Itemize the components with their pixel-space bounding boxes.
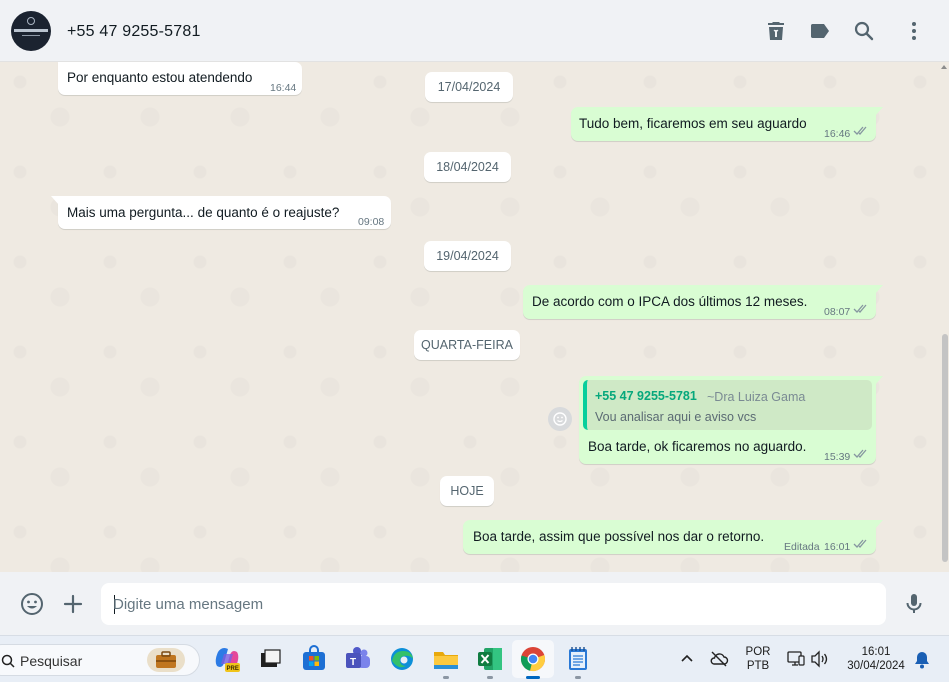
clock-time: 16:01	[861, 646, 891, 658]
task-view-icon[interactable]	[255, 644, 285, 674]
svg-text:T: T	[350, 657, 356, 668]
date-divider: QUARTA-FEIRA	[414, 330, 520, 360]
keyboard-layout: PTB	[746, 660, 770, 672]
clock[interactable]: 16:01 30/04/2024	[840, 645, 912, 673]
app-running-indicator	[575, 676, 581, 679]
message-time: 15:39	[824, 451, 851, 463]
language-code: POR	[745, 646, 771, 658]
search-icon	[1, 654, 15, 668]
message-input-box[interactable]	[101, 583, 886, 625]
emoji-icon[interactable]	[20, 592, 44, 616]
quoted-message[interactable]: +55 47 9255-5781 ~Dra Luiza Gama Vou ana…	[583, 380, 872, 430]
copilot-icon[interactable]: PRE	[212, 644, 242, 674]
network-icon[interactable]	[786, 650, 806, 668]
clock-date: 30/04/2024	[847, 660, 905, 672]
message-list[interactable]: Por enquanto estou atendendo 16:44 17/04…	[0, 62, 949, 572]
smiley-icon	[553, 412, 567, 426]
message-composer	[0, 572, 949, 635]
message-text: Mais uma pergunta... de quanto é o reaju…	[67, 205, 340, 220]
quoted-text: Vou analisar aqui e aviso vcs	[595, 410, 757, 424]
windows-taskbar: Pesquisar PRE T POR PTB 16:01 30/04/2024	[0, 635, 949, 682]
date-divider: 17/04/2024	[425, 72, 513, 102]
search-label: Pesquisar	[20, 653, 83, 669]
taskbar-search[interactable]: Pesquisar	[0, 644, 200, 676]
message-text: Boa tarde, assim que possível nos dar o …	[473, 529, 765, 544]
edited-label: Editada	[784, 541, 820, 553]
message-outgoing[interactable]: De acordo com o IPCA dos últimos 12 mese…	[523, 285, 883, 319]
notification-bell-icon[interactable]	[914, 651, 930, 669]
chevron-up-icon[interactable]	[680, 652, 694, 664]
message-time: 08:07	[824, 306, 851, 318]
message-time: 09:08	[358, 216, 385, 228]
read-ticks-icon	[853, 126, 867, 135]
app-active-indicator	[526, 676, 540, 679]
teams-icon[interactable]: T	[343, 644, 373, 674]
language-indicator[interactable]: POR PTB	[743, 645, 773, 673]
search-icon[interactable]	[852, 19, 876, 43]
contact-name[interactable]: +55 47 9255-5781	[67, 23, 201, 41]
svg-text:PRE: PRE	[227, 666, 239, 672]
quoted-author-name: ~Dra Luiza Gama	[707, 390, 806, 404]
message-text: Tudo bem, ficaremos em seu aguardo	[579, 116, 807, 131]
date-divider: 19/04/2024	[424, 241, 511, 271]
message-outgoing[interactable]: Tudo bem, ficaremos em seu aguardo 16:46	[571, 107, 883, 141]
briefcase-icon[interactable]	[147, 648, 185, 672]
scrollbar[interactable]	[942, 334, 948, 562]
microphone-icon[interactable]	[902, 592, 926, 616]
message-time: 16:46	[824, 128, 851, 140]
file-explorer-icon[interactable]	[431, 644, 461, 674]
message-text: De acordo com o IPCA dos últimos 12 mese…	[532, 294, 808, 309]
cloud-offline-icon[interactable]	[709, 650, 729, 668]
contact-avatar[interactable]	[11, 11, 51, 51]
plus-icon[interactable]	[61, 592, 85, 616]
volume-icon[interactable]	[810, 650, 830, 668]
date-divider: 18/04/2024	[424, 152, 511, 182]
label-icon[interactable]	[808, 19, 832, 43]
read-ticks-icon	[853, 449, 867, 458]
message-input[interactable]	[113, 593, 873, 615]
read-ticks-icon	[853, 304, 867, 313]
trash-icon[interactable]	[764, 19, 788, 43]
message-outgoing[interactable]: Boa tarde, assim que possível nos dar o …	[463, 520, 883, 554]
app-running-indicator	[487, 676, 493, 679]
microsoft-store-icon[interactable]	[299, 644, 329, 674]
notepad-icon[interactable]	[563, 644, 593, 674]
read-ticks-icon	[853, 539, 867, 548]
edge-icon[interactable]	[387, 644, 417, 674]
chat-header: +55 47 9255-5781	[0, 0, 949, 62]
react-emoji-button[interactable]	[548, 407, 572, 431]
message-time: 16:01	[824, 541, 851, 553]
message-incoming[interactable]: Mais uma pergunta... de quanto é o reaju…	[51, 196, 391, 229]
message-text: Boa tarde, ok ficaremos no aguardo.	[588, 439, 807, 454]
quoted-author: +55 47 9255-5781	[595, 389, 697, 403]
more-vertical-icon[interactable]	[902, 19, 926, 43]
message-incoming[interactable]: Por enquanto estou atendendo 16:44	[58, 62, 302, 95]
app-running-indicator	[443, 676, 449, 679]
message-outgoing-reply[interactable]: +55 47 9255-5781 ~Dra Luiza Gama Vou ana…	[579, 376, 883, 464]
message-time: 16:44	[270, 82, 297, 94]
message-text: Por enquanto estou atendendo	[67, 70, 253, 85]
date-divider: HOJE	[440, 476, 494, 506]
scroll-up-arrow[interactable]	[941, 65, 947, 69]
excel-icon[interactable]	[475, 644, 505, 674]
chrome-icon[interactable]	[518, 644, 548, 674]
